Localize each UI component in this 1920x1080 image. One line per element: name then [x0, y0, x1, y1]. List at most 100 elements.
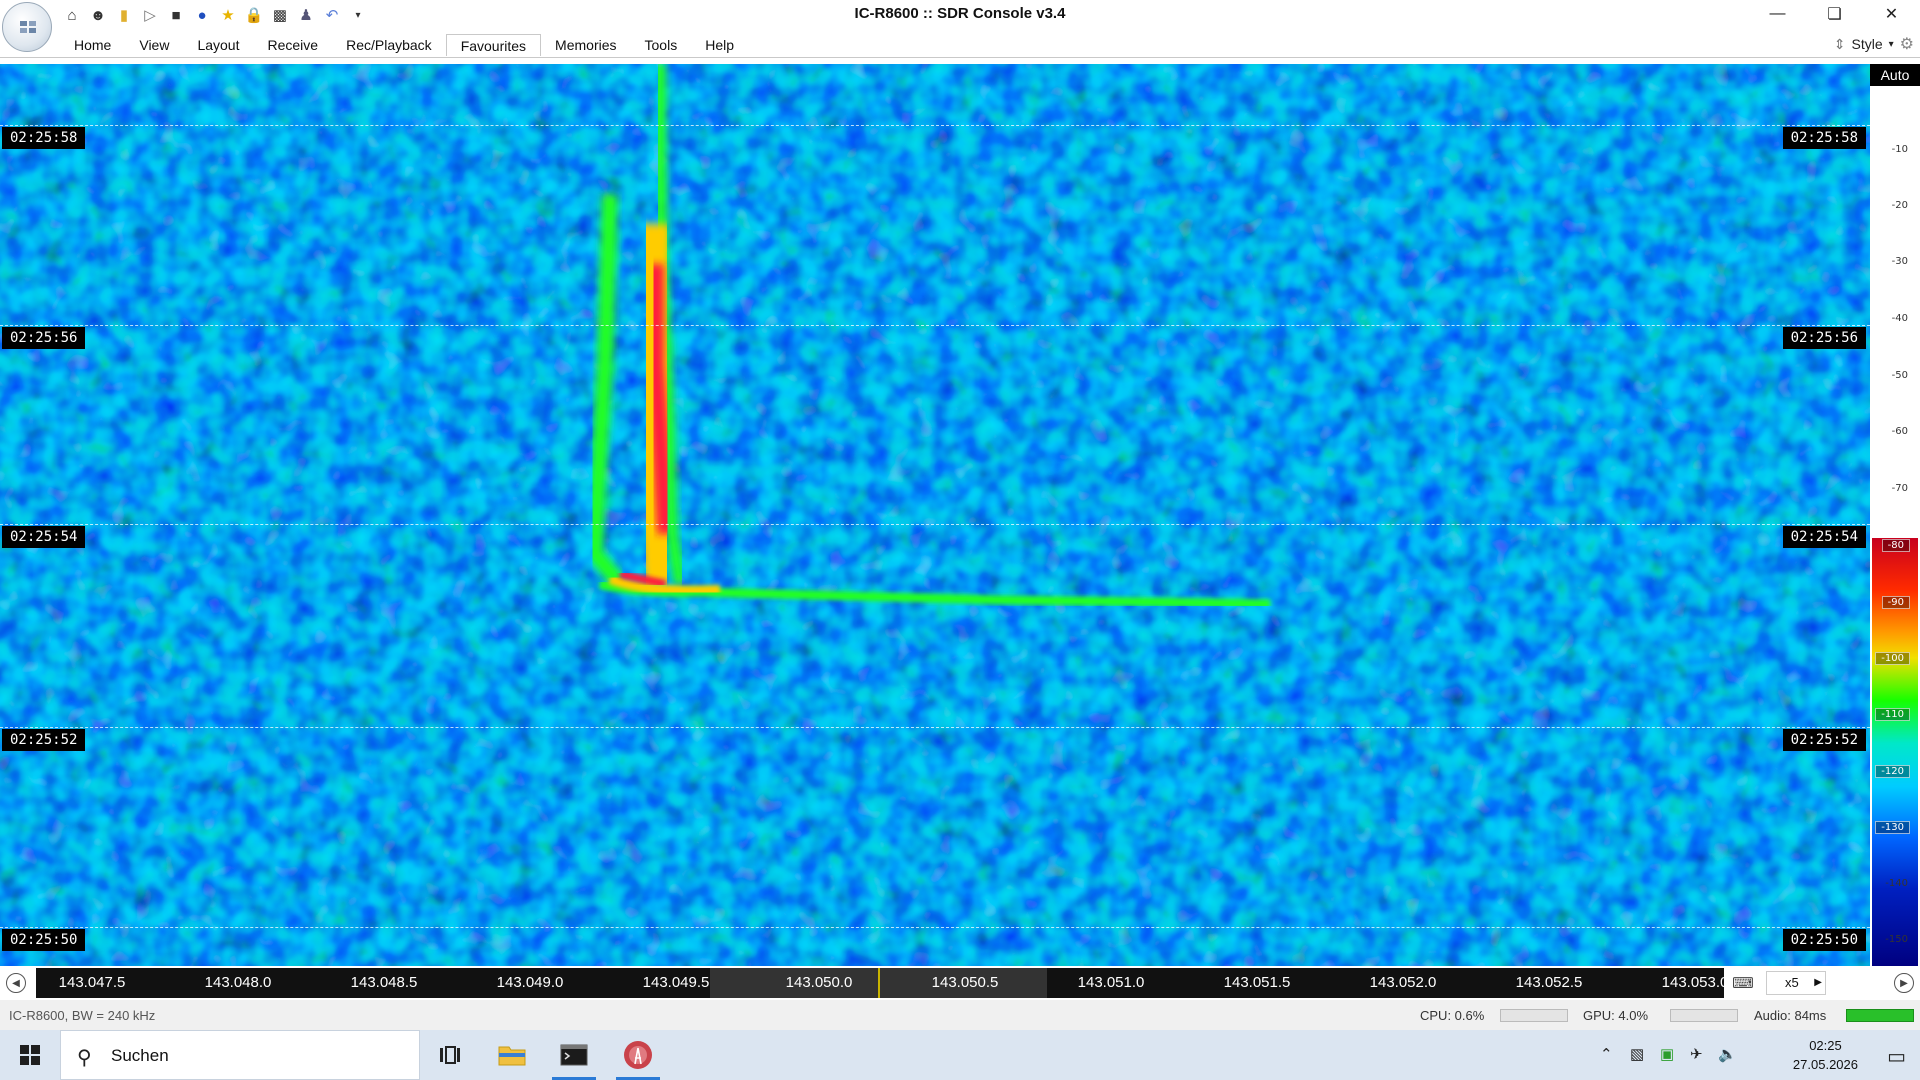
scale-tick: -140: [1885, 878, 1908, 889]
app-menu-button[interactable]: [2, 2, 52, 52]
frequency-label: 143.048.0: [204, 974, 272, 991]
search-icon: ⚲: [77, 1047, 92, 1069]
scale-tick: -70: [1891, 483, 1908, 494]
frequency-label: 143.051.5: [1223, 974, 1291, 991]
status-bar: IC-R8600, BW = 240 kHz CPU: 0.6% GPU: 4.…: [0, 1000, 1920, 1030]
keyboard-icon[interactable]: ⌨: [1728, 973, 1758, 993]
start-button[interactable]: [0, 1030, 60, 1080]
audio-meter: [1846, 1009, 1914, 1022]
gpu-tray-icon[interactable]: ▣: [1660, 1045, 1674, 1063]
gpu-meter: [1670, 1009, 1738, 1022]
scale-tick: -90: [1881, 596, 1910, 609]
airplane-icon[interactable]: ✈: [1690, 1045, 1703, 1063]
system-tray: ⌃ ▧ ▣ ✈ 🔈: [1600, 1030, 1920, 1080]
gear-icon[interactable]: ⚙: [1900, 34, 1914, 54]
scale-tick: -100: [1875, 652, 1910, 665]
scale-tick: -40: [1891, 313, 1908, 324]
title-bar: ⌂ ☻ ▮ ▷ ■ ● ★ 🔒 ▩ ♟ ↶ ▾ IC-R8600 :: SDR …: [0, 0, 1920, 30]
frequency-label: 143.049.0: [496, 974, 564, 991]
waterfall-canvas: [0, 64, 1870, 966]
scale-tick: -130: [1875, 821, 1910, 834]
scale-tick: -110: [1875, 708, 1910, 721]
time-label-left: 02:25:58: [2, 127, 86, 149]
menu-help[interactable]: Help: [691, 34, 748, 56]
volume-icon[interactable]: 🔈: [1718, 1045, 1737, 1063]
frequency-label: 143.049.5: [642, 974, 710, 991]
zoom-value: x5: [1785, 975, 1799, 990]
frequency-label: 143.052.5: [1515, 974, 1583, 991]
scale-auto-button[interactable]: Auto: [1870, 64, 1920, 86]
scale-tick: -60: [1891, 426, 1908, 437]
menu-memories[interactable]: Memories: [541, 34, 630, 56]
clock-date: 27.05.2026: [1792, 1057, 1858, 1072]
frequency-label: 143.053.0: [1661, 974, 1724, 991]
chevron-down-icon[interactable]: ▾: [1889, 39, 1894, 50]
task-view-icon[interactable]: [422, 1030, 478, 1080]
frequency-label: 143.048.5: [350, 974, 418, 991]
clock-time: 02:25: [1809, 1038, 1842, 1053]
menu-home[interactable]: Home: [60, 34, 125, 56]
time-gridline: [0, 524, 1870, 525]
network-icon[interactable]: ▧: [1630, 1045, 1644, 1063]
restore-icon[interactable]: ❏: [1806, 0, 1863, 28]
menu-rec-playback[interactable]: Rec/Playback: [332, 34, 446, 56]
sdr-console-app-icon[interactable]: [610, 1030, 666, 1080]
scroll-right-icon[interactable]: ▶: [1894, 973, 1914, 993]
search-placeholder: Suchen: [111, 1046, 169, 1065]
waterfall-display[interactable]: 02:25:58 02:25:58 02:25:56 02:25:56 02:2…: [0, 64, 1870, 966]
scale-tick: -150: [1885, 934, 1908, 945]
time-label-right: 02:25:58: [1782, 127, 1866, 149]
time-label-left: 02:25:52: [2, 729, 86, 751]
scroll-left-icon[interactable]: ◀: [6, 973, 26, 993]
taskbar: ⚲ Suchen ⌃ ▧ ▣ ✈ 🔈 02:25 27.05.2026 ▭: [0, 1030, 1920, 1080]
time-gridline: [0, 927, 1870, 928]
taskbar-search[interactable]: ⚲ Suchen: [60, 1030, 420, 1080]
color-scale[interactable]: Auto -10 -20 -30 -40 -50 -60 -70 -80 -90…: [1870, 64, 1920, 966]
taskbar-clock[interactable]: 02:25 27.05.2026: [1793, 1036, 1858, 1074]
time-label-right: 02:25:50: [1782, 929, 1866, 951]
time-label-right: 02:25:52: [1782, 729, 1866, 751]
zoom-select[interactable]: x5 ▶: [1766, 971, 1826, 995]
tuning-marker[interactable]: [878, 968, 880, 998]
scale-tick: -10: [1891, 144, 1908, 155]
windows-logo-icon: [20, 1045, 40, 1065]
scale-tick: -120: [1875, 765, 1910, 778]
time-gridline: [0, 727, 1870, 728]
frequency-label: 143.047.5: [58, 974, 126, 991]
frequency-label: 143.050.0: [785, 974, 853, 991]
style-menu[interactable]: Style: [1852, 36, 1883, 52]
menu-view[interactable]: View: [125, 34, 183, 56]
time-gridline: [0, 125, 1870, 126]
time-label-left: 02:25:50: [2, 929, 86, 951]
menu-bar: Home View Layout Receive Rec/Playback Fa…: [0, 30, 1920, 58]
menu-favourites[interactable]: Favourites: [445, 34, 542, 56]
terminal-icon[interactable]: [546, 1030, 602, 1080]
time-label-right: 02:25:54: [1782, 526, 1866, 548]
cpu-usage: CPU: 0.6%: [1420, 1008, 1485, 1023]
menu-receive[interactable]: Receive: [254, 34, 333, 56]
frequency-scale[interactable]: 143.047.5 143.048.0 143.048.5 143.049.0 …: [36, 968, 1724, 998]
frequency-ruler[interactable]: ◀ 143.047.5 143.048.0 143.048.5 143.049.…: [0, 966, 1920, 1000]
window-title: IC-R8600 :: SDR Console v3.4: [854, 5, 1066, 22]
cpu-meter: [1500, 1009, 1568, 1022]
notification-icon[interactable]: ▭: [1887, 1044, 1906, 1069]
time-gridline: [0, 325, 1870, 326]
close-icon[interactable]: ✕: [1863, 0, 1920, 28]
minimize-icon[interactable]: —: [1749, 0, 1806, 28]
menu-tools[interactable]: Tools: [631, 34, 692, 56]
chevron-up-icon[interactable]: ⌃: [1600, 1045, 1613, 1063]
menu-layout[interactable]: Layout: [183, 34, 253, 56]
time-label-left: 02:25:56: [2, 327, 86, 349]
frequency-label: 143.052.0: [1369, 974, 1437, 991]
scale-tick: -20: [1891, 200, 1908, 211]
file-explorer-icon[interactable]: [484, 1030, 540, 1080]
gpu-usage: GPU: 4.0%: [1583, 1008, 1649, 1023]
device-status: IC-R8600, BW = 240 kHz: [9, 1008, 156, 1023]
collapse-ribbon-icon[interactable]: ⇕: [1834, 36, 1846, 53]
audio-latency: Audio: 84ms: [1754, 1008, 1827, 1023]
scale-tick: -30: [1891, 256, 1908, 267]
chevron-right-icon: ▶: [1814, 977, 1822, 988]
scale-tick: -50: [1891, 370, 1908, 381]
scale-tick: -80: [1881, 539, 1910, 552]
frequency-label: 143.051.0: [1077, 974, 1145, 991]
